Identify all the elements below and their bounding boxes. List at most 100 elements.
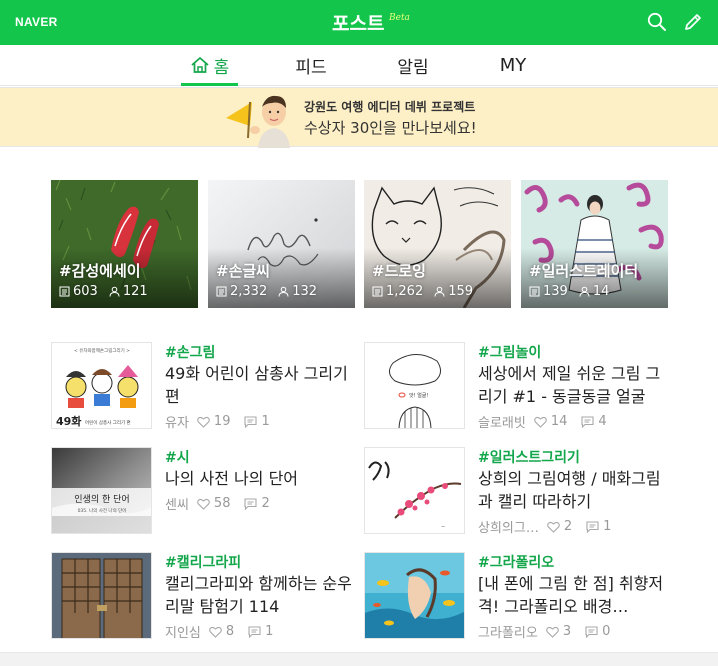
comment-icon [244,497,258,510]
post-author[interactable]: 상희의그… [478,517,539,536]
banner-subtitle: 수상자 30인을 만나보세요! [304,119,477,137]
category-title: #손글씨 [216,262,270,280]
pencil-icon[interactable] [683,12,703,32]
tab-feed-label: 피드 [295,57,327,78]
flag-person-illustration [226,95,290,148]
post-item[interactable]: < 유자와함께손그림그리기 > 49화 어린이 삼총사 그리기 편 #손그림 4… [51,342,371,431]
follower-count: 121 [122,284,148,299]
comment-count: 0 [602,624,611,639]
promo-banner[interactable]: 강원도 여행 에디터 데뷔 프로젝트 수상자 30인을 만나보세요! [0,87,718,148]
person-icon [278,286,289,297]
tab-notifications[interactable]: 알림 [392,45,434,85]
category-stats: 2,332 132 [216,284,317,299]
post-title[interactable]: 49화 어린이 삼총사 그리기편 [165,362,355,408]
post-author[interactable]: 센씨 [165,494,189,513]
kids-drawing-image: < 유자와함께손그림그리기 > 49화 어린이 삼총사 그리기 편 [52,343,151,428]
category-title: #드로잉 [372,262,426,280]
follower-count: 159 [448,284,474,299]
post-count: 139 [543,284,568,299]
thumb-caption: 앗! 얼굴! [409,392,428,399]
comment-count: 4 [598,414,607,429]
search-icon[interactable] [647,12,667,32]
wooden-door-image [52,553,151,638]
top-header: NAVER 포스트 Beta [0,0,718,45]
post-tag[interactable]: #시 [165,447,190,467]
home-icon [191,57,209,73]
post-tag[interactable]: #그라폴리오 [478,552,554,572]
comment-icon [586,520,599,533]
person-icon [434,286,445,297]
post-count: 1,262 [386,284,424,299]
post-author[interactable]: 지인심 [165,622,201,641]
post-title[interactable]: [내 폰에 그림 한 점] 취향저격! 그라폴리오 배경… [478,572,668,618]
post-meta: 슬로래빗 14 4 [478,412,607,431]
category-stats: 603 121 [59,284,148,299]
comment-count: 1 [261,414,270,429]
post-item[interactable]: 앗! 얼굴! #그림놀이 세상에서 제일 쉬운 그림 그리기 #1 - 동글동글… [364,342,684,431]
category-stats: 139 14 [529,284,609,299]
post-author[interactable]: 슬로래빗 [478,412,526,431]
tab-notifications-label: 알림 [397,57,429,78]
post-tag[interactable]: #캘리그라피 [165,552,241,572]
post-item[interactable]: ~ #일러스트그리기 상희의 그림여행 / 매화그림과 캘리 따라하기 상희의그… [364,447,684,536]
naver-logo[interactable]: NAVER [15,15,58,29]
document-icon [372,286,383,297]
post-tag[interactable]: #일러스트그리기 [478,447,580,467]
person-icon [579,286,590,297]
post-meta: 지인심 8 1 [165,622,273,641]
post-author[interactable]: 유자 [165,412,189,431]
bed-photo-image: 인생의 한 단어 035. 나의 사전 나의 단어 [52,448,151,533]
comment-count: 1 [603,519,612,534]
post-title[interactable]: 나의 사전 나의 단어 [165,467,355,490]
post-tag[interactable]: #그림놀이 [478,342,541,362]
heart-icon [197,416,210,428]
post-thumbnail: 앗! 얼굴! [364,342,465,429]
post-thumbnail: < 유자와함께손그림그리기 > 49화 어린이 삼총사 그리기 편 [51,342,152,429]
comment-icon [585,625,598,638]
thumb-caption: 어린이 삼총사 그리기 편 [85,419,131,426]
person-icon [109,286,120,297]
post-thumbnail: ~ [364,447,465,534]
bottom-bar [0,652,718,666]
thumb-title: 인생의 한 단어 [74,494,129,505]
post-thumbnail [51,552,152,639]
banner-title: 강원도 여행 에디터 데뷔 프로젝트 [304,100,476,114]
post-meta: 상희의그… 2 1 [478,517,611,536]
post-title[interactable]: 세상에서 제일 쉬운 그림 그리기 #1 - 동글동글 얼굴 [478,362,668,408]
tab-home-label: 홈 [213,57,230,78]
face-sketch-image: 앗! 얼굴! [365,343,464,428]
document-icon [216,286,227,297]
category-title: #감성에세이 [59,262,141,280]
page-title[interactable]: 포스트 [332,9,384,36]
tab-home[interactable]: 홈 [181,45,238,86]
post-item[interactable]: #캘리그라피 캘리그라피와 함께하는 순우리말 탐험기 114 지인심 8 1 [51,552,371,641]
post-author[interactable]: 그라폴리오 [478,622,538,641]
category-card-illustrator[interactable]: #일러스트레이터 139 14 [521,180,668,308]
post-title[interactable]: 캘리그라피와 함께하는 순우리말 탐험기 114 [165,572,355,618]
category-card-drawing[interactable]: #드로잉 1,262 159 [364,180,511,308]
document-icon [529,286,540,297]
thumb-series-label: < 유자와함께손그림그리기 > [74,347,130,354]
post-tag[interactable]: #손그림 [165,342,215,362]
post-title[interactable]: 상희의 그림여행 / 매화그림과 캘리 따라하기 [478,467,668,513]
thumb-caption: 035. 나의 사전 나의 단어 [78,507,127,514]
like-count: 14 [550,414,568,429]
category-card-essay[interactable]: #감성에세이 603 121 [51,180,198,308]
heart-icon [547,521,560,533]
tab-feed[interactable]: 피드 [290,45,332,85]
follower-count: 132 [292,284,318,299]
tab-my[interactable]: MY [493,45,533,85]
category-card-handwriting[interactable]: #손글씨 2,332 132 [208,180,355,308]
category-title: #일러스트레이터 [529,262,639,280]
like-count: 58 [213,496,231,511]
post-item[interactable]: #그라폴리오 [내 폰에 그림 한 점] 취향저격! 그라폴리오 배경… 그라폴… [364,552,684,641]
post-item[interactable]: 인생의 한 단어 035. 나의 사전 나의 단어 #시 나의 사전 나의 단어… [51,447,371,535]
post-meta: 센씨 58 2 [165,494,270,513]
comment-icon [248,625,261,638]
post-meta: 유자 19 1 [165,412,270,431]
post-meta: 그라폴리오 3 0 [478,622,610,641]
like-count: 2 [563,519,573,534]
category-stats: 1,262 159 [372,284,473,299]
ocean-illustration-image [365,553,464,638]
comment-count: 2 [261,496,270,511]
